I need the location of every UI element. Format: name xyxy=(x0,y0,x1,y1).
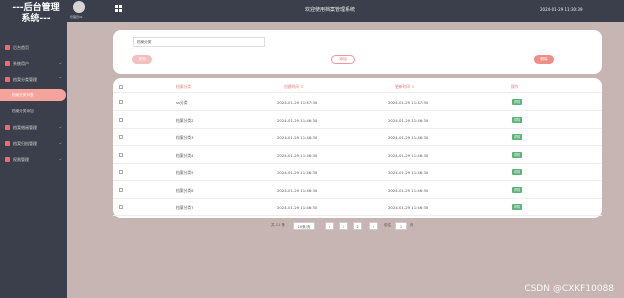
cell-created: 2024-01-29 11:46:30 xyxy=(277,170,318,175)
brand-line-1: ---后台管理 xyxy=(12,3,60,13)
row-checkbox[interactable] xyxy=(119,135,123,139)
cell-category: ss分类 xyxy=(176,100,188,105)
watermark: CSDN @CXKF10088 xyxy=(524,284,614,294)
cell-updated: 2024-01-29 11:46:30 xyxy=(388,152,429,158)
goto-label: 前往 xyxy=(384,223,392,227)
pagination-total: 共 11 条 xyxy=(271,223,286,227)
chevron-down-icon: ⌄ xyxy=(58,124,62,129)
prev-page-button[interactable]: ‹ xyxy=(325,222,334,230)
search-button[interactable]: 查询 xyxy=(132,55,152,64)
column-header-updated[interactable]: 更新时间 ↕ xyxy=(395,84,415,90)
column-header-created[interactable]: 创建时间 ↕ xyxy=(284,84,304,90)
row-checkbox[interactable] xyxy=(119,187,123,192)
delete-button[interactable]: 删除 xyxy=(534,55,554,64)
table-row: ss分类 2024-01-29 11:47:30 2024-01-29 11:47:… xyxy=(113,94,602,111)
book-icon xyxy=(5,125,10,130)
user-icon xyxy=(5,61,10,66)
cell-category: 档案分类7 xyxy=(176,205,194,210)
cell-category: 档案分类4 xyxy=(176,152,194,158)
home-icon xyxy=(5,45,10,50)
datetime: 2024-01-29 11:30:39 xyxy=(540,7,583,12)
chevron-down-icon: ⌄ xyxy=(58,140,62,145)
cell-category: 档案分类2 xyxy=(176,117,194,123)
sidebar-subitem-label: 档案分类添加 xyxy=(12,109,34,113)
cell-created: 2024-01-29 11:47:30 xyxy=(277,100,318,105)
sidebar-item-label: 档案借阅管理 xyxy=(13,125,37,130)
page-button-1[interactable]: 1 xyxy=(339,222,348,230)
cell-category: 档案分类6 xyxy=(176,187,194,193)
table-card: 档案分类 创建时间 ↕ 更新时间 ↕ 操作 ss分类 2024-01-29 11:… xyxy=(113,78,602,218)
archive-icon xyxy=(5,141,10,146)
top-bar: ---后台管理 系统--- 管理员91 欢迎使用档案管理系统 2024-01-2… xyxy=(0,0,624,24)
detail-button[interactable]: 详情 xyxy=(512,186,522,193)
menu-grid-icon[interactable] xyxy=(115,5,122,12)
detail-button[interactable]: 详情 xyxy=(512,134,522,140)
table-row: 档案分类7 2024-01-29 11:46:30 2024-01-29 11:46… xyxy=(113,199,602,216)
cell-created: 2024-01-29 11:46:30 xyxy=(277,135,318,140)
sidebar-item-label: 权限管理 xyxy=(13,157,29,162)
cell-updated: 2024-01-29 11:46:30 xyxy=(388,187,429,193)
cell-updated: 2024-01-29 11:46:30 xyxy=(388,117,429,123)
page-size-select[interactable]: 10条/页 xyxy=(293,222,315,230)
column-header-action: 操作 xyxy=(511,84,519,89)
search-input[interactable] xyxy=(133,37,265,47)
search-card: 查询 添加 删除 xyxy=(113,30,602,74)
detail-button[interactable]: 详情 xyxy=(512,99,522,105)
cell-created: 2024-01-29 11:46:30 xyxy=(277,117,318,123)
sidebar-item-category[interactable]: 档案分类管理 ⌃ xyxy=(0,74,67,86)
detail-button[interactable]: 详情 xyxy=(512,151,522,158)
cell-created: 2024-01-29 11:46:30 xyxy=(277,205,318,210)
chevron-down-icon: ⌄ xyxy=(58,60,62,65)
row-checkbox[interactable] xyxy=(119,100,123,104)
cell-updated: 2024-01-29 11:46:30 xyxy=(388,205,429,210)
avatar[interactable] xyxy=(73,1,85,13)
table-row: 档案分类4 2024-01-29 11:46:30 2024-01-29 11:46… xyxy=(113,147,602,164)
goto-suffix: 页 xyxy=(410,223,414,227)
folder-icon xyxy=(5,77,10,82)
table-row: 档案分类5 2024-01-29 11:46:30 2024-01-29 11:46… xyxy=(113,164,602,181)
sidebar-item-archive[interactable]: 档案归档管理 ⌄ xyxy=(0,138,67,150)
table-row: 档案分类3 2024-01-29 11:46:30 2024-01-29 11:46… xyxy=(113,129,602,146)
lock-icon xyxy=(5,157,10,162)
sidebar-item-users[interactable]: 系统用户 ⌄ xyxy=(0,58,67,70)
select-all-checkbox[interactable] xyxy=(119,85,123,89)
avatar-label: 管理员91 xyxy=(70,15,83,19)
sidebar-item-borrow[interactable]: 档案借阅管理 ⌄ xyxy=(0,122,67,134)
system-title: 欢迎使用档案管理系统 xyxy=(304,7,355,13)
add-button[interactable]: 添加 xyxy=(331,55,355,64)
sidebar-subitem-label: 档案分类列表 xyxy=(12,93,34,97)
chevron-down-icon: ⌄ xyxy=(58,156,62,161)
table-header: 档案分类 创建时间 ↕ 更新时间 ↕ 操作 xyxy=(113,81,602,93)
row-checkbox[interactable] xyxy=(119,205,123,209)
sidebar: 后台首页 系统用户 ⌄ 档案分类管理 ⌃ 档案分类列表 档案分类添加 档案借阅管… xyxy=(0,22,67,298)
column-header-category[interactable]: 档案分类 xyxy=(176,84,191,90)
chevron-up-icon: ⌃ xyxy=(58,76,62,81)
table-row: 档案分类2 2024-01-29 11:46:30 2024-01-29 11:46… xyxy=(113,112,602,129)
cell-created: 2024-01-29 11:46:30 xyxy=(277,187,318,193)
sidebar-subitem-category-list[interactable]: 档案分类列表 xyxy=(0,89,66,101)
page-button-2[interactable]: 2 xyxy=(353,222,362,230)
sidebar-item-label: 后台首页 xyxy=(13,45,29,50)
row-checkbox[interactable] xyxy=(119,170,123,174)
sidebar-item-label: 系统用户 xyxy=(13,61,29,66)
row-checkbox[interactable] xyxy=(119,117,123,122)
sidebar-subitem-category-add[interactable]: 档案分类添加 xyxy=(0,105,67,117)
row-checkbox[interactable] xyxy=(119,152,123,157)
sidebar-item-home[interactable]: 后台首页 xyxy=(0,42,67,54)
cell-category: 档案分类5 xyxy=(176,170,194,175)
goto-page-input[interactable]: 1 xyxy=(395,222,407,230)
sidebar-item-label: 档案分类管理 xyxy=(13,77,37,82)
detail-button[interactable]: 详情 xyxy=(512,204,522,210)
detail-button[interactable]: 详情 xyxy=(512,116,522,123)
cell-updated: 2024-01-29 11:46:30 xyxy=(388,135,429,140)
table-row: 档案分类6 2024-01-29 11:46:30 2024-01-29 11:46… xyxy=(113,182,602,199)
cell-category: 档案分类3 xyxy=(176,135,194,140)
detail-button[interactable]: 详情 xyxy=(512,169,522,175)
sidebar-item-label: 档案归档管理 xyxy=(13,141,37,146)
sidebar-item-permission[interactable]: 权限管理 ⌄ xyxy=(0,154,67,166)
cell-updated: 2024-01-29 11:47:30 xyxy=(388,100,429,105)
next-page-button[interactable]: › xyxy=(369,222,378,230)
cell-created: 2024-01-29 11:46:30 xyxy=(277,152,318,158)
cell-updated: 2024-01-29 11:46:30 xyxy=(388,170,429,175)
